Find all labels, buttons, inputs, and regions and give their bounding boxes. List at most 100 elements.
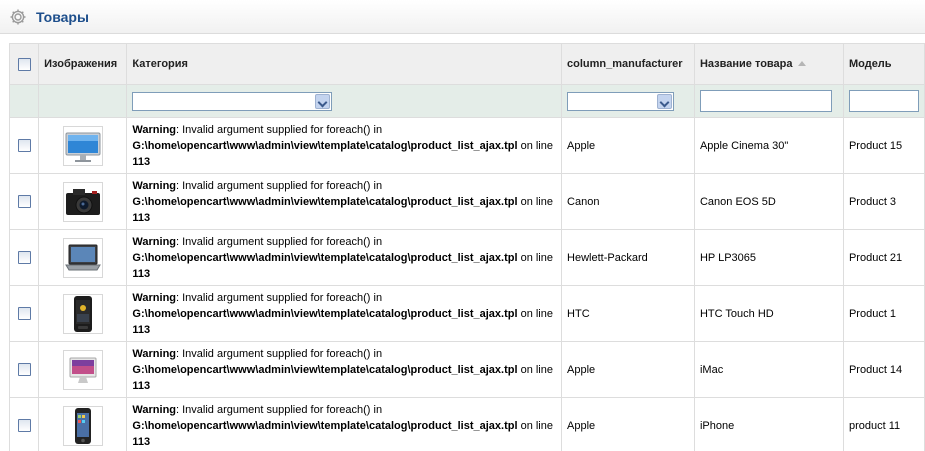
warning-label: Warning [132, 123, 177, 136]
category-cell: Warning: Invalid argument supplied for f… [126, 397, 563, 451]
warning-text: : Invalid argument supplied for foreach(… [176, 179, 383, 192]
category-filter-select[interactable] [132, 91, 333, 111]
name-filter-input[interactable] [699, 90, 832, 112]
warning-line-number: 113 [132, 155, 151, 168]
row-checkbox[interactable] [17, 363, 31, 376]
manufacturer-cell: Apple [561, 341, 695, 398]
row-select-cell [8, 117, 40, 174]
product-name-cell: Apple Cinema 30" [694, 117, 844, 174]
model-cell: Product 14 [843, 341, 925, 398]
chevron-down-icon[interactable] [315, 93, 331, 109]
row-select-cell [8, 173, 40, 230]
row-select-cell [8, 341, 40, 398]
category-cell: Warning: Invalid argument supplied for f… [126, 229, 563, 286]
warning-line-number: 113 [132, 435, 151, 448]
warning-text: : Invalid argument supplied for foreach(… [176, 347, 383, 360]
warning-message: Warning: Invalid argument supplied for f… [132, 122, 556, 170]
warning-line-number: 113 [132, 379, 151, 392]
select-all-checkbox[interactable] [17, 57, 31, 71]
row-select-cell [8, 285, 40, 342]
column-header-image: Изображения [38, 43, 128, 85]
category-cell: Warning: Invalid argument supplied for f… [126, 117, 563, 174]
column-header-name-label: Название товара [699, 58, 793, 70]
sort-ascending-icon [798, 61, 807, 66]
smartphone-image [62, 293, 103, 334]
warning-path: G:\home\opencart\www\admin\view\template… [132, 139, 518, 152]
filter-cell-model [843, 84, 925, 118]
row-select-cell [8, 397, 40, 451]
select-all-cell [8, 43, 40, 85]
warning-line-text: on line [517, 195, 553, 208]
warning-message: Warning: Invalid argument supplied for f… [132, 402, 556, 450]
column-header-name[interactable]: Название товара [694, 43, 844, 85]
warning-path: G:\home\opencart\www\admin\view\template… [132, 251, 518, 264]
table-row: Warning: Invalid argument supplied for f… [8, 173, 925, 230]
product-image-cell [38, 285, 128, 342]
row-checkbox[interactable] [17, 419, 31, 432]
camera-image [62, 181, 103, 222]
table-header-row: Изображения Категория column_manufacture… [8, 43, 925, 85]
product-image-cell [38, 173, 128, 230]
manufacturer-cell: Hewlett-Packard [561, 229, 695, 286]
warning-label: Warning [132, 179, 177, 192]
warning-label: Warning [132, 235, 177, 248]
filter-cell-category [126, 84, 563, 118]
filter-row [8, 84, 925, 118]
row-checkbox[interactable] [17, 195, 31, 208]
imac-image [62, 349, 103, 390]
manufacturer-cell: Canon [561, 173, 695, 230]
warning-line-number: 113 [132, 323, 151, 336]
warning-line-text: on line [517, 363, 553, 376]
table-row: Warning: Invalid argument supplied for f… [8, 117, 925, 174]
category-cell: Warning: Invalid argument supplied for f… [126, 285, 563, 342]
warning-message: Warning: Invalid argument supplied for f… [132, 346, 556, 394]
table-row: Warning: Invalid argument supplied for f… [8, 285, 925, 342]
product-image-cell [38, 229, 128, 286]
warning-path: G:\home\opencart\www\admin\view\template… [132, 307, 518, 320]
warning-line-text: on line [517, 419, 553, 432]
warning-path: G:\home\opencart\www\admin\view\template… [132, 195, 518, 208]
manufacturer-cell: HTC [561, 285, 695, 342]
product-image-cell [38, 341, 128, 398]
category-cell: Warning: Invalid argument supplied for f… [126, 173, 563, 230]
product-image-cell [38, 117, 128, 174]
table-row: Warning: Invalid argument supplied for f… [8, 397, 925, 451]
warning-label: Warning [132, 403, 177, 416]
column-header-category[interactable]: Категория [126, 43, 563, 85]
manufacturer-filter-select[interactable] [567, 91, 675, 111]
warning-text: : Invalid argument supplied for foreach(… [176, 403, 383, 416]
warning-line-text: on line [517, 139, 553, 152]
warning-line-number: 113 [132, 211, 151, 224]
model-cell: product 11 [843, 397, 925, 451]
warning-text: : Invalid argument supplied for foreach(… [176, 291, 383, 304]
product-name-cell: Canon EOS 5D [694, 173, 844, 230]
row-checkbox[interactable] [17, 251, 31, 264]
warning-message: Warning: Invalid argument supplied for f… [132, 290, 556, 338]
column-header-model[interactable]: Модель [843, 43, 925, 85]
product-name-cell: iMac [694, 341, 844, 398]
iphone-image [62, 405, 103, 446]
column-header-manufacturer[interactable]: column_manufacturer [561, 43, 695, 85]
manufacturer-cell: Apple [561, 397, 695, 451]
gear-icon [10, 9, 26, 25]
warning-line-number: 113 [132, 267, 151, 280]
warning-text: : Invalid argument supplied for foreach(… [176, 235, 383, 248]
product-name-cell: HP LP3065 [694, 229, 844, 286]
filter-cell-name [694, 84, 844, 118]
filter-cell-manufacturer [561, 84, 695, 118]
product-image-cell [38, 397, 128, 451]
chevron-down-icon[interactable] [657, 93, 673, 109]
row-checkbox[interactable] [17, 139, 31, 152]
row-checkbox[interactable] [17, 307, 31, 320]
model-cell: Product 15 [843, 117, 925, 174]
model-cell: Product 1 [843, 285, 925, 342]
manufacturer-cell: Apple [561, 117, 695, 174]
warning-line-text: on line [517, 251, 553, 264]
table-row: Warning: Invalid argument supplied for f… [8, 341, 925, 398]
warning-line-text: on line [517, 307, 553, 320]
filter-cell-empty [38, 84, 128, 118]
warning-path: G:\home\opencart\www\admin\view\template… [132, 419, 518, 432]
model-filter-input[interactable] [848, 90, 919, 112]
warning-label: Warning [132, 347, 177, 360]
warning-message: Warning: Invalid argument supplied for f… [132, 234, 556, 282]
